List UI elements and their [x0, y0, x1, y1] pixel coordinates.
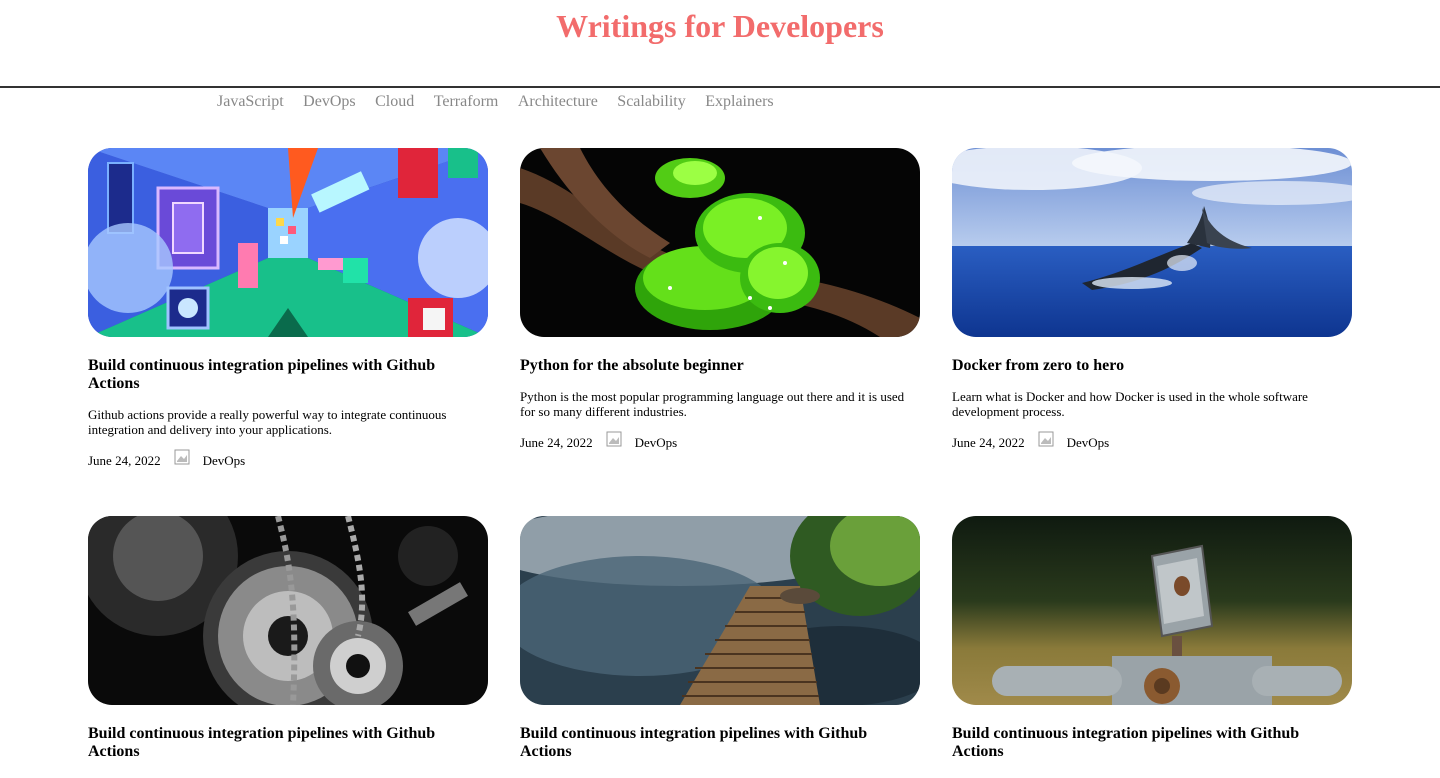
post-card: Python for the absolute beginner Python …: [520, 148, 920, 451]
post-date: June 24, 2022: [520, 435, 593, 450]
post-date: June 24, 2022: [952, 435, 1025, 450]
post-title[interactable]: Python for the absolute beginner: [520, 357, 880, 375]
post-title[interactable]: Build continuous integration pipelines w…: [88, 357, 448, 393]
nav-item-javascript[interactable]: JavaScript: [217, 92, 284, 114]
post-title[interactable]: Build continuous integration pipelines w…: [88, 725, 448, 761]
post-image-whale[interactable]: [952, 148, 1352, 337]
post-meta: June 24, 2022 DevOps: [952, 431, 1352, 451]
nav-item-terraform[interactable]: Terraform: [434, 92, 499, 114]
nav-item-explainers[interactable]: Explainers: [705, 92, 773, 114]
post-excerpt: Github actions provide a really powerful…: [88, 407, 447, 437]
nav-item-devops[interactable]: DevOps: [303, 92, 355, 114]
post-title[interactable]: Docker from zero to hero: [952, 357, 1352, 375]
nav-item-scalability[interactable]: Scalability: [617, 92, 685, 114]
post-card: Build continuous integration pipelines w…: [952, 516, 1352, 761]
post-category[interactable]: DevOps: [203, 453, 246, 469]
nav-item-architecture[interactable]: Architecture: [518, 92, 598, 114]
post-title[interactable]: Build continuous integration pipelines w…: [520, 725, 880, 761]
post-title[interactable]: Build continuous integration pipelines w…: [952, 725, 1312, 761]
post-meta: June 24, 2022 DevOps: [520, 431, 920, 451]
nav-item-cloud[interactable]: Cloud: [375, 92, 414, 114]
post-image-boardwalk[interactable]: [520, 516, 920, 705]
post-card: Build continuous integration pipelines w…: [88, 516, 488, 761]
post-excerpt: Learn what is Docker and how Docker is u…: [952, 389, 1308, 419]
post-card: Build continuous integration pipelines w…: [88, 148, 488, 469]
post-image-robot[interactable]: [952, 516, 1352, 705]
post-excerpt: Python is the most popular programming l…: [520, 389, 905, 419]
post-card: Build continuous integration pipelines w…: [520, 516, 920, 761]
post-category[interactable]: DevOps: [1067, 435, 1110, 451]
post-meta: June 24, 2022 DevOps: [88, 449, 488, 469]
post-category[interactable]: DevOps: [635, 435, 678, 451]
broken-image-icon: [174, 449, 190, 465]
category-nav: JavaScript DevOps Cloud Terraform Archit…: [217, 92, 793, 114]
post-card: Docker from zero to hero Learn what is D…: [952, 148, 1352, 451]
post-image-corridor[interactable]: [88, 148, 488, 337]
post-image-snake[interactable]: [520, 148, 920, 337]
post-image-gears[interactable]: [88, 516, 488, 705]
broken-image-icon: [1038, 431, 1054, 447]
broken-image-icon: [606, 431, 622, 447]
site-title[interactable]: Writings for Developers: [0, 6, 1440, 46]
post-date: June 24, 2022: [88, 453, 161, 468]
site-header: Writings for Developers: [0, 0, 1440, 88]
